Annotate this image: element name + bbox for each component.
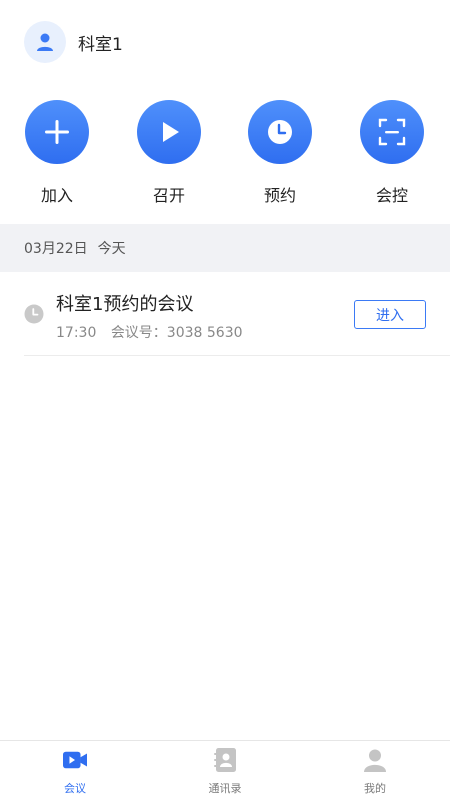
meeting-time: 17:30 — [56, 325, 97, 341]
schedule-label: 预约 — [263, 186, 296, 205]
tab-me-label: 我的 — [364, 782, 386, 795]
bottom-tab-bar: 会议 通讯录 我的 — [0, 740, 450, 800]
page-title: 科室1 — [78, 34, 123, 55]
contacts-book-icon — [214, 748, 236, 772]
start-meeting-button[interactable]: 召开 — [124, 100, 214, 206]
tab-me[interactable]: 我的 — [300, 741, 450, 800]
play-icon — [163, 122, 179, 142]
header: 科室1 — [24, 20, 123, 64]
avatar[interactable] — [24, 21, 66, 63]
video-camera-icon — [63, 751, 87, 769]
meeting-number: 会议号：3038 5630 — [110, 325, 243, 341]
enter-meeting-button[interactable]: 进入 — [354, 300, 426, 329]
clock-icon — [24, 304, 44, 324]
meeting-control-button[interactable]: 会控 — [347, 100, 437, 206]
meeting-list-item[interactable]: 科室1预约的会议 17:30 会议号：3038 5630 进入 — [24, 272, 450, 356]
join-label: 加入 — [40, 186, 73, 205]
plus-icon — [45, 120, 69, 144]
user-icon — [364, 749, 386, 772]
meeting-details: 17:30 会议号：3038 5630 — [56, 322, 243, 342]
person-icon — [37, 33, 53, 51]
schedule-meeting-button[interactable]: 预约 — [235, 100, 325, 206]
meeting-title: 科室1预约的会议 — [56, 294, 194, 315]
start-label: 召开 — [152, 186, 185, 205]
tab-meetings-label: 会议 — [64, 782, 86, 795]
date-header: 03月22日 今天 — [0, 224, 450, 272]
tab-contacts[interactable]: 通讯录 — [150, 741, 300, 800]
tab-contacts-label: 通讯录 — [208, 782, 242, 795]
scan-icon — [378, 118, 406, 146]
join-meeting-button[interactable]: 加入 — [12, 100, 102, 206]
day-text: 今天 — [97, 241, 126, 257]
tab-meetings[interactable]: 会议 — [0, 741, 150, 800]
control-label: 会控 — [375, 186, 408, 205]
clock-icon — [268, 120, 292, 144]
quick-actions: 加入 召开 预约 会控 — [0, 100, 450, 210]
date-text: 03月22日 — [24, 241, 88, 257]
